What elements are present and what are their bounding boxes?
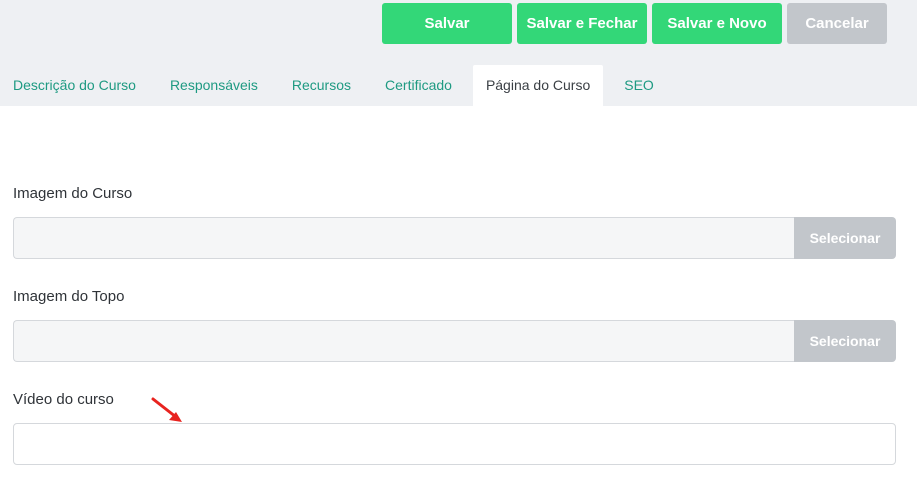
cancel-button[interactable]: Cancelar (787, 3, 887, 44)
top-image-field: Selecionar (13, 320, 896, 362)
tab-seo[interactable]: SEO (611, 65, 667, 106)
course-video-label: Vídeo do curso (13, 391, 114, 408)
tab-pagina-do-curso[interactable]: Página do Curso (472, 65, 604, 106)
tab-recursos[interactable]: Recursos (279, 65, 364, 106)
course-image-select-button[interactable]: Selecionar (794, 217, 896, 259)
action-toolbar: Salvar Salvar e Fechar Salvar e Novo Can… (382, 3, 887, 44)
tab-responsaveis[interactable]: Responsáveis (157, 65, 271, 106)
save-button[interactable]: Salvar (382, 3, 512, 44)
course-image-field: Selecionar (13, 217, 896, 259)
tab-bar: Descrição do Curso Responsáveis Recursos… (0, 65, 675, 106)
course-video-input[interactable] (13, 423, 896, 465)
tab-certificado[interactable]: Certificado (372, 65, 465, 106)
tab-descricao-do-curso[interactable]: Descrição do Curso (0, 65, 149, 106)
top-image-input[interactable] (13, 320, 794, 362)
course-image-input[interactable] (13, 217, 794, 259)
save-and-new-button[interactable]: Salvar e Novo (652, 3, 782, 44)
save-and-close-button[interactable]: Salvar e Fechar (517, 3, 647, 44)
header-area: Salvar Salvar e Fechar Salvar e Novo Can… (0, 0, 917, 106)
top-image-select-button[interactable]: Selecionar (794, 320, 896, 362)
course-image-label: Imagem do Curso (13, 185, 133, 202)
red-arrow-icon (151, 397, 182, 422)
top-image-label: Imagem do Topo (13, 288, 125, 305)
